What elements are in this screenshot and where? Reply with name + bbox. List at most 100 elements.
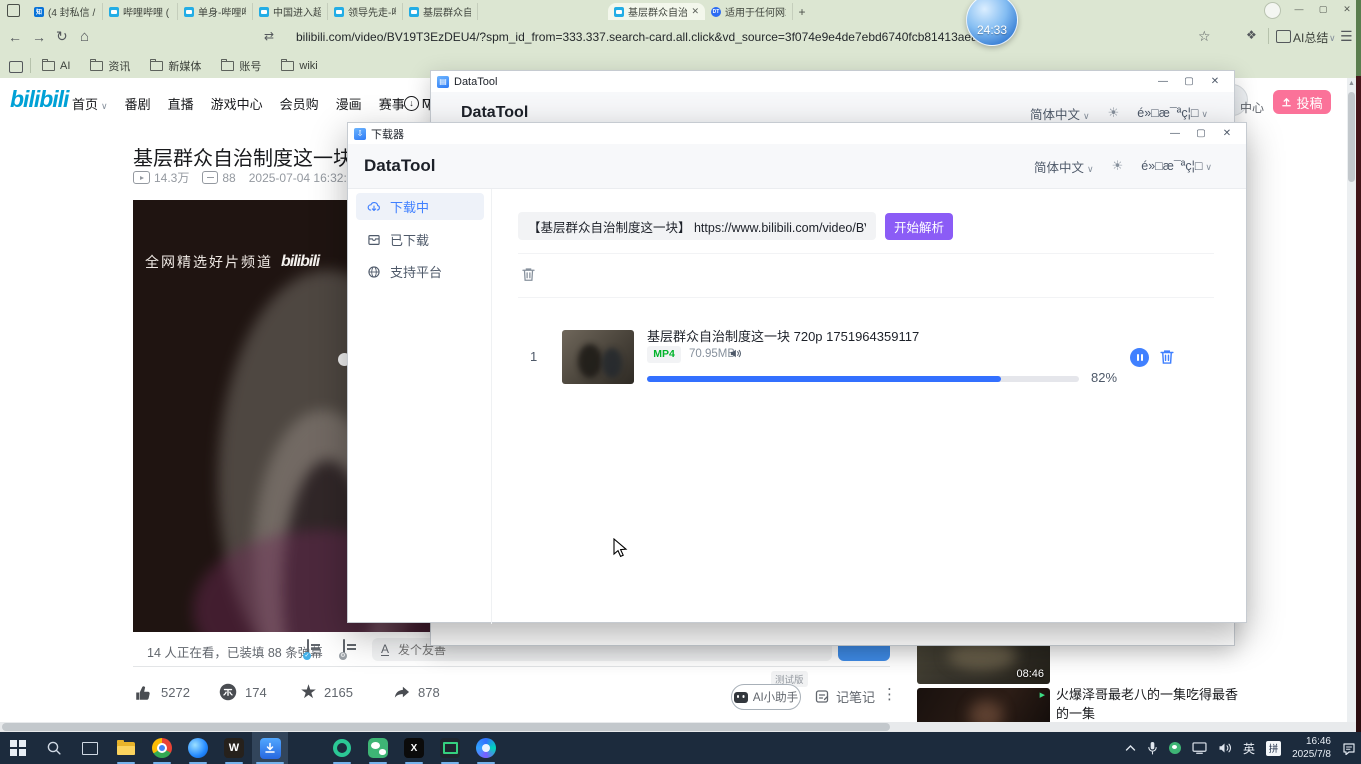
chrome-button[interactable] — [144, 732, 180, 764]
refresh-icon[interactable]: ↻ — [56, 28, 68, 45]
language-select[interactable]: 简体中文∨ — [1030, 104, 1090, 123]
theme-menu[interactable]: é»□æ¯ªç¦□∨ — [1141, 159, 1212, 173]
browser-tab[interactable]: 中国进入超单身时代_ — [253, 3, 328, 20]
like-button[interactable]: 5272 — [133, 683, 218, 702]
ai-summary-button[interactable]: AI总结 — [1293, 29, 1328, 46]
language-select[interactable]: 简体中文∨ — [1034, 157, 1094, 176]
theme-menu[interactable]: é»□æ¯ªç¦□∨ — [1137, 106, 1208, 120]
tray-chevron-icon[interactable] — [1125, 744, 1136, 752]
parse-button[interactable]: 开始解析 — [885, 213, 953, 240]
reading-list-icon[interactable] — [9, 61, 23, 73]
side-panel-icon[interactable] — [1276, 30, 1291, 43]
extensions-icon[interactable]: ❖ — [1246, 28, 1257, 42]
favorite-button[interactable]: ★ 2165 — [300, 683, 390, 702]
edge-browser-button[interactable] — [180, 732, 216, 764]
theme-sun-icon[interactable]: ☀ — [1112, 158, 1124, 174]
danmaku-font-icon[interactable]: A — [381, 643, 389, 656]
sidebar-item-downloading[interactable]: 下载中 — [356, 193, 484, 220]
close-icon[interactable]: ✕ — [1214, 128, 1240, 139]
tab-workspace-icon[interactable] — [7, 4, 20, 17]
datatool-taskbar-button[interactable] — [252, 732, 288, 764]
related-video-title[interactable]: 火爆泽哥最老八的一集吃得最香的一集 — [1056, 686, 1244, 724]
screen-tool-button[interactable] — [432, 732, 468, 764]
browser-maximize-icon[interactable]: ▢ — [1312, 4, 1334, 15]
nav-item[interactable]: 漫画 — [336, 94, 362, 113]
bookmark-folder[interactable]: 资讯 — [90, 58, 130, 74]
browser-tab[interactable]: 单身-哔哩哔哩_bilibili — [178, 3, 253, 20]
browser-tab[interactable]: 基层群众自治制度 — [403, 3, 478, 20]
taskbar-search-button[interactable] — [36, 732, 72, 764]
ime-indicator[interactable]: 拼 — [1266, 741, 1281, 756]
nav-item[interactable]: 会员购 — [280, 94, 319, 113]
minimize-icon[interactable]: — — [1162, 128, 1188, 139]
tab-close-icon[interactable]: ✕ — [691, 6, 699, 17]
notification-center-icon[interactable] — [1342, 742, 1356, 755]
video-url-input[interactable] — [518, 212, 876, 240]
scrollbar-thumb[interactable] — [2, 723, 890, 731]
minimize-icon[interactable]: — — [1150, 76, 1176, 87]
pause-button[interactable] — [1130, 348, 1149, 367]
sidebar-item-downloaded[interactable]: 已下载 — [356, 226, 484, 253]
wps-button[interactable]: W — [216, 732, 252, 764]
browser-tab-active[interactable]: 基层群众自治制度 ✕ — [608, 3, 705, 20]
nav-home[interactable]: 首页∨ — [72, 94, 108, 113]
scroll-up-icon[interactable]: ▲ — [1348, 80, 1355, 87]
colorful-app-button[interactable] — [468, 732, 504, 764]
scrollbar-thumb[interactable] — [1348, 92, 1355, 182]
maximize-icon[interactable]: ▢ — [1176, 76, 1202, 87]
ai-assistant-button[interactable]: AI小助手 — [731, 684, 801, 710]
bookmark-folder[interactable]: wiki — [281, 60, 317, 72]
bookmark-folder[interactable]: AI — [42, 60, 70, 72]
browser-close-icon[interactable]: ✕ — [1336, 4, 1358, 15]
microphone-icon[interactable] — [1147, 741, 1158, 755]
nav-item[interactable]: 直播 — [168, 94, 194, 113]
wechat-button[interactable] — [360, 732, 396, 764]
nav-item[interactable]: 番剧 — [125, 94, 151, 113]
forward-icon[interactable]: → — [32, 29, 46, 45]
browser-tab[interactable]: 哔哩哔哩 ( ゜- ゜)つロ — [103, 3, 178, 20]
home-icon[interactable]: ⌂ — [80, 28, 89, 45]
danmaku-settings-icon[interactable]: ⚙ — [343, 639, 345, 658]
danmaku-toggle-icon[interactable]: ✓ — [307, 639, 309, 658]
nav-partial-center[interactable]: 中心 — [1240, 99, 1264, 116]
bilibili-logo[interactable]: bilibili — [10, 86, 68, 113]
back-icon[interactable]: ← — [8, 29, 22, 45]
browser-menu-icon[interactable]: ☰ — [1340, 28, 1353, 45]
coin-button[interactable]: 174 — [218, 682, 300, 702]
nav-item[interactable]: 游戏中心 — [211, 94, 263, 113]
browser-tab[interactable]: 知 (4 封私信 / 1 条消息) — [28, 3, 103, 20]
upload-button[interactable]: 投稿 — [1273, 90, 1331, 114]
browser-tab[interactable]: 领导先走-哔哩哔哩_b — [328, 3, 403, 20]
input-language-indicator[interactable]: 英 — [1243, 740, 1255, 757]
theme-sun-icon[interactable]: ☀ — [1108, 105, 1120, 121]
sidebar-item-platforms[interactable]: 支持平台 — [356, 258, 484, 285]
file-explorer-button[interactable] — [108, 732, 144, 764]
clear-list-trash-icon[interactable] — [520, 266, 537, 283]
share-button[interactable]: 878 — [390, 683, 440, 701]
browser-minimize-icon[interactable]: — — [1288, 4, 1310, 14]
bookmark-star-icon[interactable]: ☆ — [1198, 28, 1211, 45]
wechat-tray-icon[interactable] — [1169, 742, 1181, 754]
close-icon[interactable]: ✕ — [1202, 76, 1228, 87]
ai-summary-chevron-icon[interactable]: ∨ — [1329, 33, 1336, 44]
downloader-titlebar[interactable]: ⇩ 下载器 — ▢ ✕ — [348, 123, 1246, 144]
take-notes-button[interactable]: 记笔记 — [815, 687, 875, 706]
browser-tab[interactable]: DT 适用于任何网站的快速 — [705, 3, 793, 20]
site-info-icon[interactable]: ⇄ — [264, 29, 274, 43]
maximize-icon[interactable]: ▢ — [1188, 128, 1214, 139]
start-button[interactable] — [0, 732, 36, 764]
clock[interactable]: 16:46 2025/7/8 — [1292, 735, 1331, 761]
more-options-icon[interactable]: ⋮ — [882, 685, 897, 703]
nav-item[interactable]: 赛事 — [379, 94, 405, 113]
new-tab-button[interactable]: + — [793, 3, 811, 20]
address-bar[interactable]: bilibili.com/video/BV19T3EzDEU4/?spm_id_… — [296, 30, 990, 44]
display-icon[interactable] — [1192, 742, 1207, 754]
bookmark-folder[interactable]: 新媒体 — [150, 58, 201, 74]
ring-app-button[interactable] — [324, 732, 360, 764]
delete-task-trash-icon[interactable] — [1158, 348, 1176, 366]
capcut-button[interactable]: X — [396, 732, 432, 764]
vertical-scrollbar[interactable]: ▲ — [1347, 78, 1356, 722]
speaker-icon[interactable] — [1218, 742, 1232, 754]
bookmark-folder[interactable]: 账号 — [221, 58, 261, 74]
task-view-button[interactable] — [72, 732, 108, 764]
